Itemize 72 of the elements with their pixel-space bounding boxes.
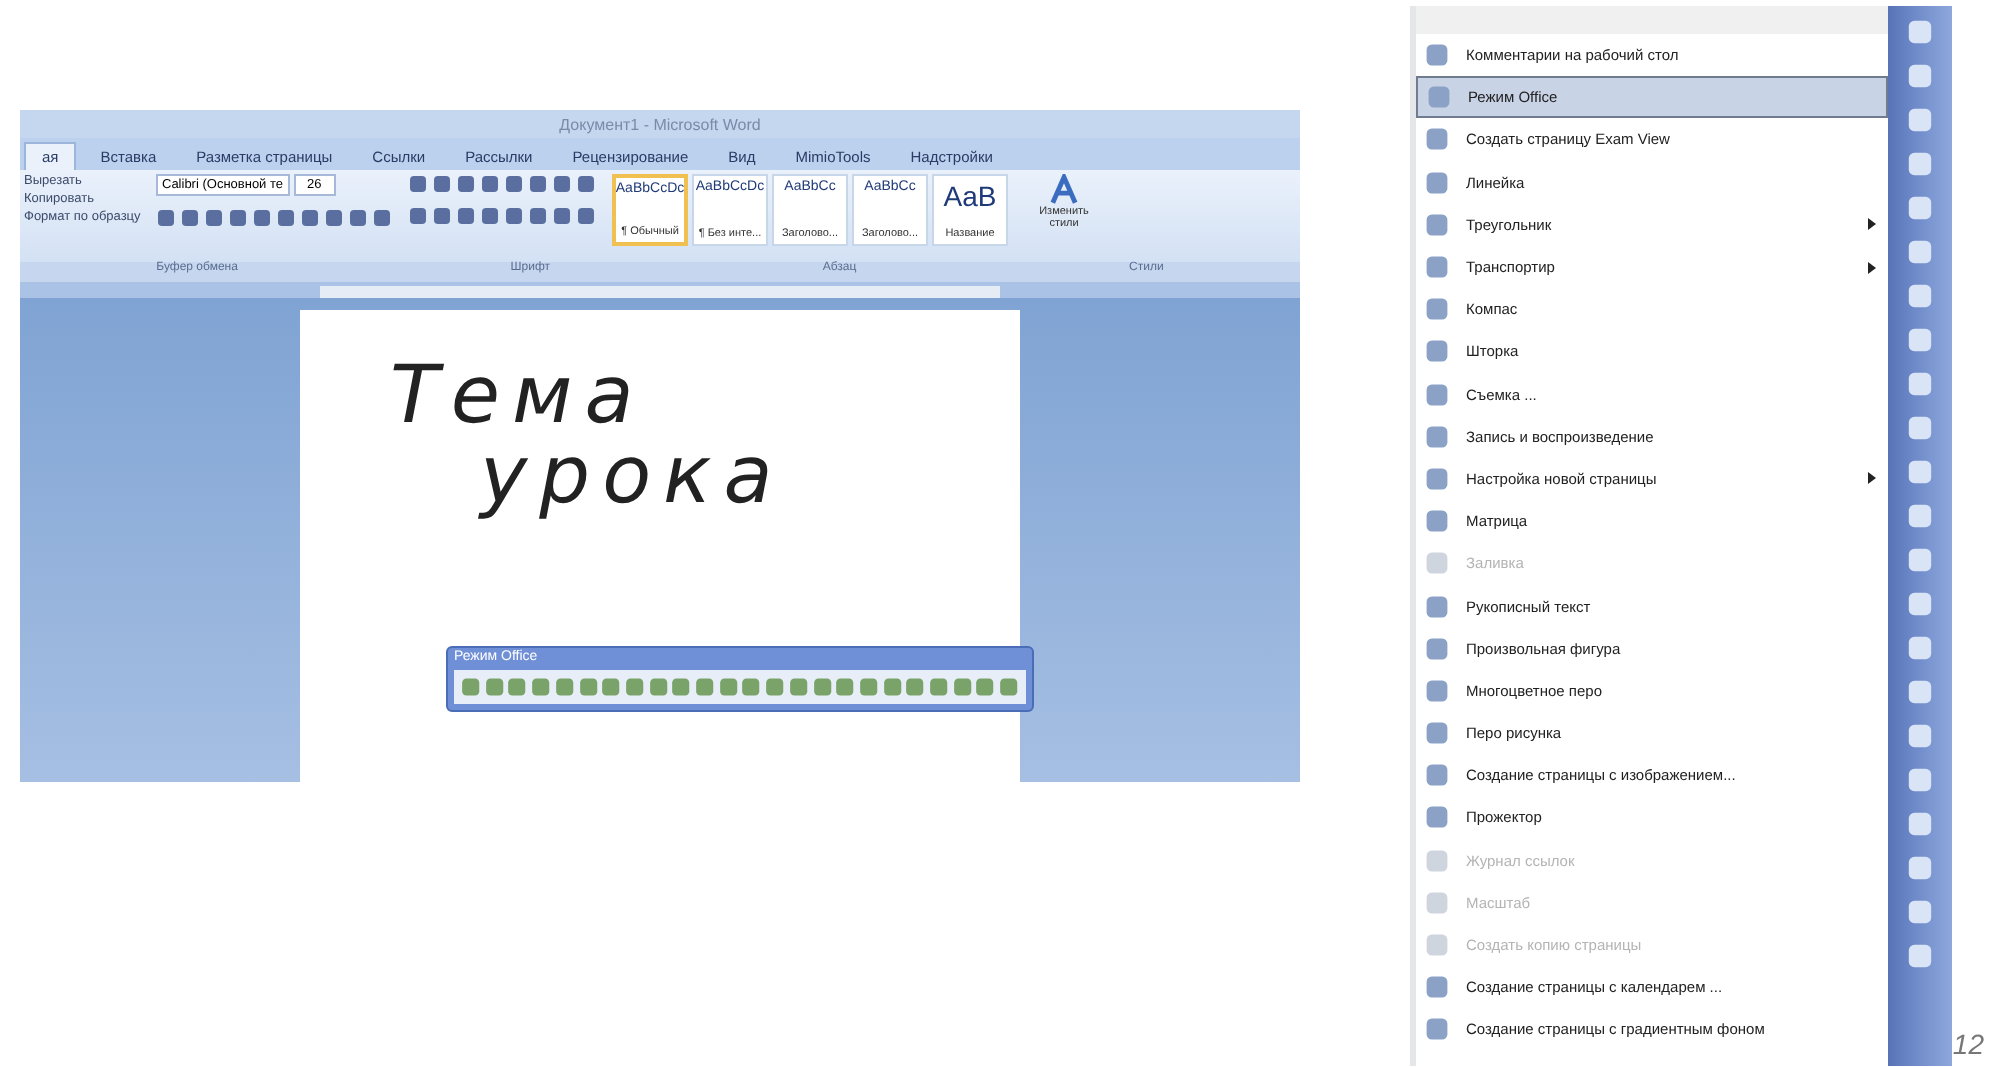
toolbar-icon[interactable] <box>1906 546 1934 574</box>
menu-item-icon[interactable] <box>1424 508 1450 535</box>
menu-item-icon[interactable] <box>1424 126 1450 153</box>
tool-icon[interactable] <box>811 676 833 698</box>
menu-item-icon[interactable] <box>1424 720 1450 747</box>
tool-icon[interactable] <box>928 676 950 698</box>
menu-item-icon[interactable] <box>1424 677 1450 704</box>
toolbar-icon[interactable] <box>1906 150 1934 178</box>
menu-item-icon[interactable] <box>1424 762 1450 789</box>
submenu-arrow-icon <box>1868 472 1876 485</box>
toolbar-icon[interactable] <box>1906 238 1934 266</box>
tool-icon[interactable] <box>787 676 810 698</box>
toolbar-icon[interactable] <box>1906 370 1934 398</box>
tool-icon[interactable] <box>623 676 646 698</box>
menu-item-icon[interactable] <box>1426 84 1452 111</box>
menu-item-icon[interactable] <box>1424 211 1450 238</box>
tool-icon[interactable] <box>974 676 997 698</box>
menu-item-icon[interactable] <box>1424 593 1450 620</box>
toolbar-icon[interactable] <box>1906 194 1934 222</box>
toolbar-icon[interactable] <box>1906 854 1934 882</box>
tool-icon[interactable] <box>553 676 576 698</box>
menu-item-icon[interactable] <box>1424 338 1450 365</box>
tool-icon[interactable] <box>577 676 599 698</box>
toolbar-icon[interactable] <box>1906 810 1934 838</box>
toolbar-icon[interactable] <box>1906 634 1934 662</box>
menu-item-icon[interactable] <box>1424 169 1450 196</box>
toolbar-icon[interactable] <box>1906 414 1934 442</box>
menu-item-icon[interactable] <box>1424 465 1450 492</box>
tool-icon[interactable] <box>670 676 693 698</box>
tool-icon[interactable] <box>857 676 880 698</box>
tool-icon[interactable] <box>506 676 529 698</box>
toolbar-icon[interactable] <box>1906 942 1934 970</box>
toolbar-icon[interactable] <box>1906 766 1934 794</box>
submenu-arrow-icon <box>1868 261 1876 274</box>
tool-icon[interactable] <box>600 676 622 698</box>
toolbar-icon[interactable] <box>1906 898 1934 926</box>
tool-icon[interactable] <box>483 676 505 698</box>
menu-item-icon[interactable] <box>1424 296 1450 323</box>
tool-icon[interactable] <box>834 676 856 698</box>
toolbar-icon[interactable] <box>1906 282 1934 310</box>
tool-icon[interactable] <box>881 676 903 698</box>
menu-item-icon[interactable] <box>1424 804 1450 831</box>
toolbar-icon[interactable] <box>1906 458 1934 486</box>
tool-icon[interactable] <box>460 676 482 698</box>
page-number: 12 <box>1952 1028 1984 1060</box>
tool-icon[interactable] <box>530 676 552 698</box>
tool-icon[interactable] <box>647 676 669 698</box>
tool-icon[interactable] <box>764 676 786 698</box>
toolbar-icon[interactable] <box>1906 722 1934 750</box>
menu-item-icon[interactable] <box>1424 42 1450 69</box>
tool-icon[interactable] <box>717 676 739 698</box>
submenu-arrow-icon <box>1868 218 1876 231</box>
menu-item-icon[interactable] <box>1424 974 1450 1001</box>
menu-item-icon[interactable] <box>1424 381 1450 408</box>
toolbar-icon[interactable] <box>1906 326 1934 354</box>
toolbar-icon[interactable] <box>1906 678 1934 706</box>
letter-a-icon <box>1048 174 1080 206</box>
menu-item-icon[interactable] <box>1424 1016 1450 1043</box>
tool-icon[interactable] <box>740 676 763 698</box>
window-title: Документ1 - Microsoft Word <box>559 115 761 133</box>
menu-item-icon[interactable] <box>1424 635 1450 662</box>
toolbar-icon[interactable] <box>1906 18 1934 46</box>
toolbar-icon[interactable] <box>1906 590 1934 618</box>
menu-item-icon[interactable] <box>1424 254 1450 281</box>
tool-icon[interactable] <box>951 676 973 698</box>
toolbar-icon[interactable] <box>1906 106 1934 134</box>
tool-icon[interactable] <box>998 676 1020 698</box>
tool-icon[interactable] <box>904 676 927 698</box>
toolbar-icon[interactable] <box>1906 62 1934 90</box>
menu-item-icon[interactable] <box>1424 423 1450 450</box>
tool-icon[interactable] <box>694 676 716 698</box>
toolbar-icon[interactable] <box>1906 502 1934 530</box>
